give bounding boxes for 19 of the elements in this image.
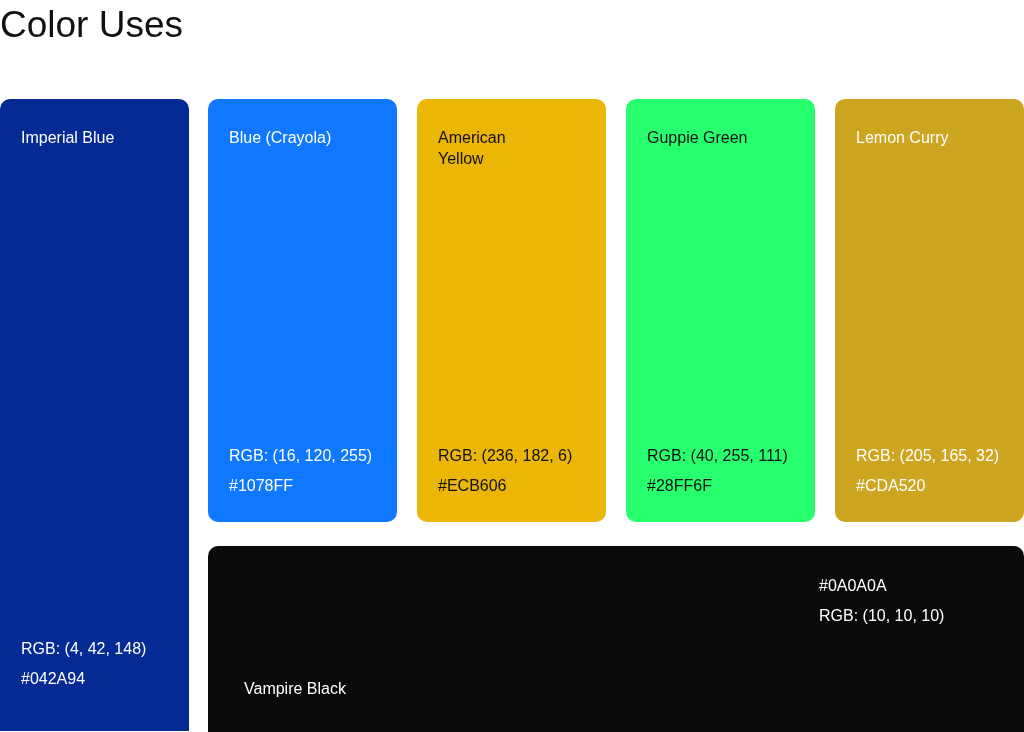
- hex-code: #CDA520: [856, 476, 927, 496]
- hex-code: #1078FF: [229, 476, 295, 496]
- color-name: American Yellow: [438, 128, 507, 169]
- hex-code: #28FF6F: [647, 476, 713, 496]
- page-title: Color Uses: [0, 3, 184, 47]
- hex-code: #042A94: [21, 669, 87, 689]
- rgb-value: RGB: (40, 255, 111): [647, 446, 789, 466]
- rgb-value: RGB: (236, 182, 6): [438, 446, 574, 466]
- rgb-value: RGB: (10, 10, 10): [819, 606, 946, 626]
- color-name: Lemon Curry: [856, 128, 950, 148]
- hex-code: #ECB606: [438, 476, 508, 496]
- color-name: Imperial Blue: [21, 128, 116, 148]
- rgb-value: RGB: (16, 120, 255): [229, 446, 374, 466]
- color-name: Vampire Black: [244, 679, 347, 699]
- color-name: Guppie Green: [647, 128, 749, 148]
- rgb-value: RGB: (4, 42, 148): [21, 639, 148, 659]
- color-name: Blue (Crayola): [229, 128, 333, 148]
- hex-code: #0A0A0A: [819, 576, 888, 596]
- rgb-value: RGB: (205, 165, 32): [856, 446, 1001, 466]
